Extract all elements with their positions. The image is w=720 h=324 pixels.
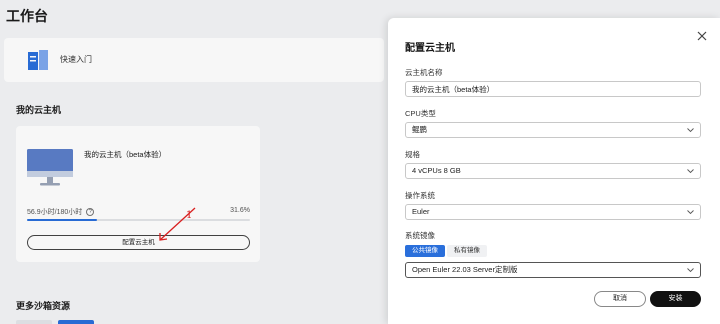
dialog-title: 配置云主机: [405, 43, 455, 54]
chevron-down-icon: [687, 128, 694, 133]
spec-label: 规格: [405, 150, 420, 159]
cpu-type-label: CPU类型: [405, 109, 436, 118]
vm-name-label: 云主机名称: [405, 68, 443, 77]
os-value: Euler: [412, 207, 430, 216]
vm-name-field[interactable]: [405, 81, 701, 97]
image-type-tabs: 公共镜像 私有镜像: [405, 245, 487, 257]
os-select[interactable]: Euler: [405, 204, 701, 220]
tab-private-image[interactable]: 私有镜像: [447, 245, 487, 257]
tab-public-image[interactable]: 公共镜像: [405, 245, 445, 257]
chevron-down-icon: [687, 268, 694, 273]
close-icon[interactable]: [696, 30, 708, 42]
cancel-button[interactable]: 取消: [594, 291, 646, 307]
os-label: 操作系统: [405, 191, 435, 200]
image-select[interactable]: Open Euler 22.03 Server定制版: [405, 262, 701, 278]
cpu-type-value: 鲲鹏: [412, 125, 427, 134]
image-value: Open Euler 22.03 Server定制版: [412, 265, 518, 274]
vm-name-input[interactable]: [412, 82, 700, 96]
configure-vm-dialog: 配置云主机 云主机名称 CPU类型 鲲鹏 规格 4 vCPUs 8 GB 操作系…: [388, 18, 720, 324]
chevron-down-icon: [687, 169, 694, 174]
annotation-number-1: 1: [186, 210, 193, 221]
cpu-type-select[interactable]: 鲲鹏: [405, 122, 701, 138]
spec-value: 4 vCPUs 8 GB: [412, 166, 461, 175]
chevron-down-icon: [687, 210, 694, 215]
image-label: 系统镜像: [405, 231, 435, 240]
install-button[interactable]: 安装: [650, 291, 701, 307]
spec-select[interactable]: 4 vCPUs 8 GB: [405, 163, 701, 179]
